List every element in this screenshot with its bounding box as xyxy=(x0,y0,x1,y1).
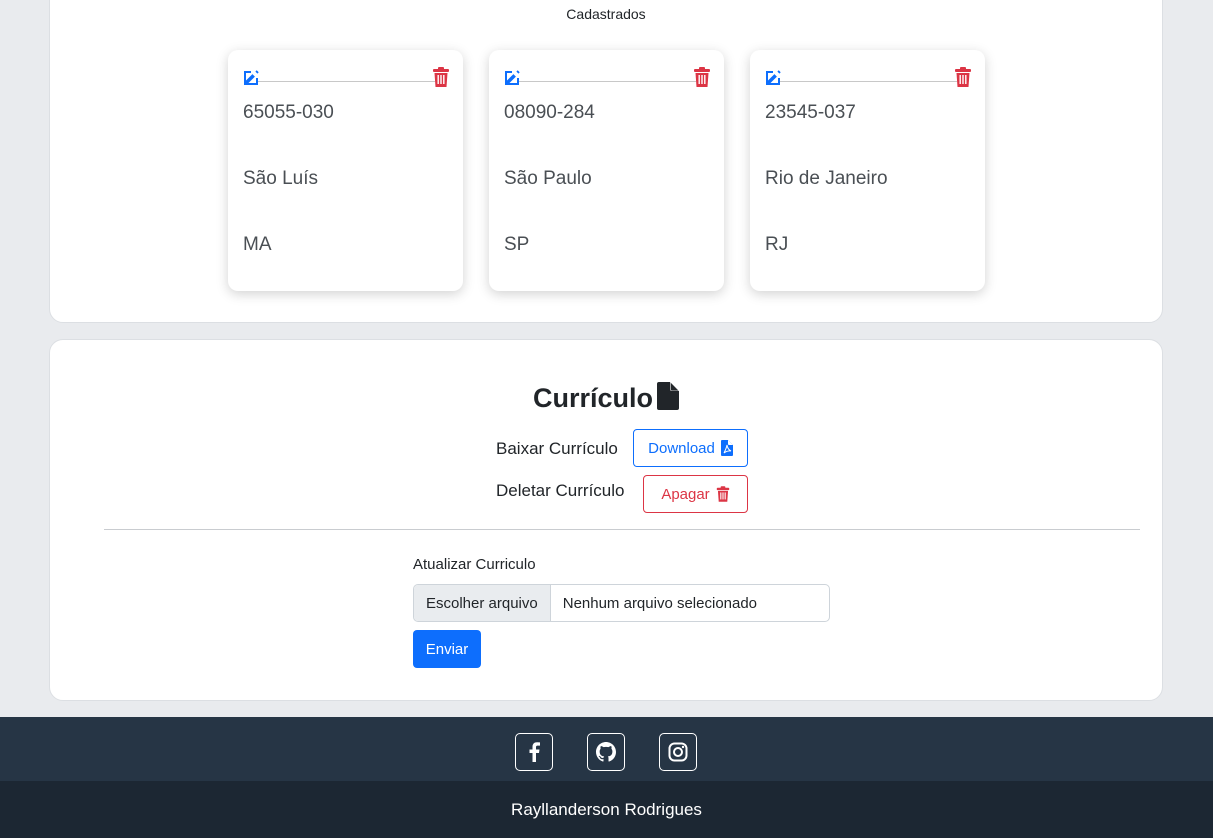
github-icon xyxy=(596,742,616,762)
file-input[interactable]: Escolher arquivo Nenhum arquivo selecion… xyxy=(413,584,830,622)
trash-icon[interactable] xyxy=(954,67,972,87)
github-button[interactable] xyxy=(587,733,625,771)
card-state: SP xyxy=(504,234,530,255)
footer-credits: Rayllanderson Rodrigues xyxy=(0,781,1213,838)
section-divider xyxy=(104,529,1140,530)
edit-icon[interactable] xyxy=(764,67,784,87)
card-divider xyxy=(258,81,435,82)
curriculum-panel: Currículo Baixar Currículo Download Dele… xyxy=(49,339,1163,701)
card-cep: 65055-030 xyxy=(243,102,334,123)
update-label: Atualizar Curriculo xyxy=(413,556,536,573)
card-cep: 23545-037 xyxy=(765,102,856,123)
edit-icon[interactable] xyxy=(503,67,523,87)
card-state: MA xyxy=(243,234,272,255)
card-state: RJ xyxy=(765,234,789,255)
address-card: 08090-284 São Paulo SP xyxy=(489,50,724,291)
download-button[interactable]: Download xyxy=(633,429,748,467)
curriculum-heading: Currículo xyxy=(50,382,1162,414)
download-label: Baixar Currículo xyxy=(496,439,618,458)
trash-icon[interactable] xyxy=(693,67,711,87)
download-button-label: Download xyxy=(648,439,715,457)
card-divider xyxy=(780,81,957,82)
trash-icon[interactable] xyxy=(432,67,450,87)
delete-label: Deletar Currículo xyxy=(496,481,625,500)
instagram-icon xyxy=(668,742,688,762)
card-city: São Paulo xyxy=(504,168,592,189)
card-city: São Luís xyxy=(243,168,318,189)
submit-button[interactable]: Enviar xyxy=(413,630,481,668)
card-divider xyxy=(519,81,696,82)
section-title: Cadastrados xyxy=(566,6,646,22)
addresses-panel: Cadastrados 65055-030 São Luís MA 08090-… xyxy=(49,0,1163,323)
address-card: 23545-037 Rio de Janeiro RJ xyxy=(750,50,985,291)
facebook-button[interactable] xyxy=(515,733,553,771)
instagram-button[interactable] xyxy=(659,733,697,771)
card-city: Rio de Janeiro xyxy=(765,168,888,189)
delete-button-label: Apagar xyxy=(661,485,710,503)
edit-icon[interactable] xyxy=(242,67,262,87)
card-cep: 08090-284 xyxy=(504,102,595,123)
facebook-icon xyxy=(529,742,540,762)
delete-button[interactable]: Apagar xyxy=(643,475,748,513)
footer-social-bar xyxy=(0,717,1213,781)
trash-icon xyxy=(716,486,729,502)
address-card: 65055-030 São Luís MA xyxy=(228,50,463,291)
author-name: Rayllanderson Rodrigues xyxy=(511,799,702,819)
file-icon xyxy=(657,382,679,410)
curriculum-title: Currículo xyxy=(532,383,653,413)
pdf-file-icon xyxy=(720,440,733,456)
choose-file-button[interactable]: Escolher arquivo xyxy=(414,585,551,621)
file-status: Nenhum arquivo selecionado xyxy=(562,594,758,612)
